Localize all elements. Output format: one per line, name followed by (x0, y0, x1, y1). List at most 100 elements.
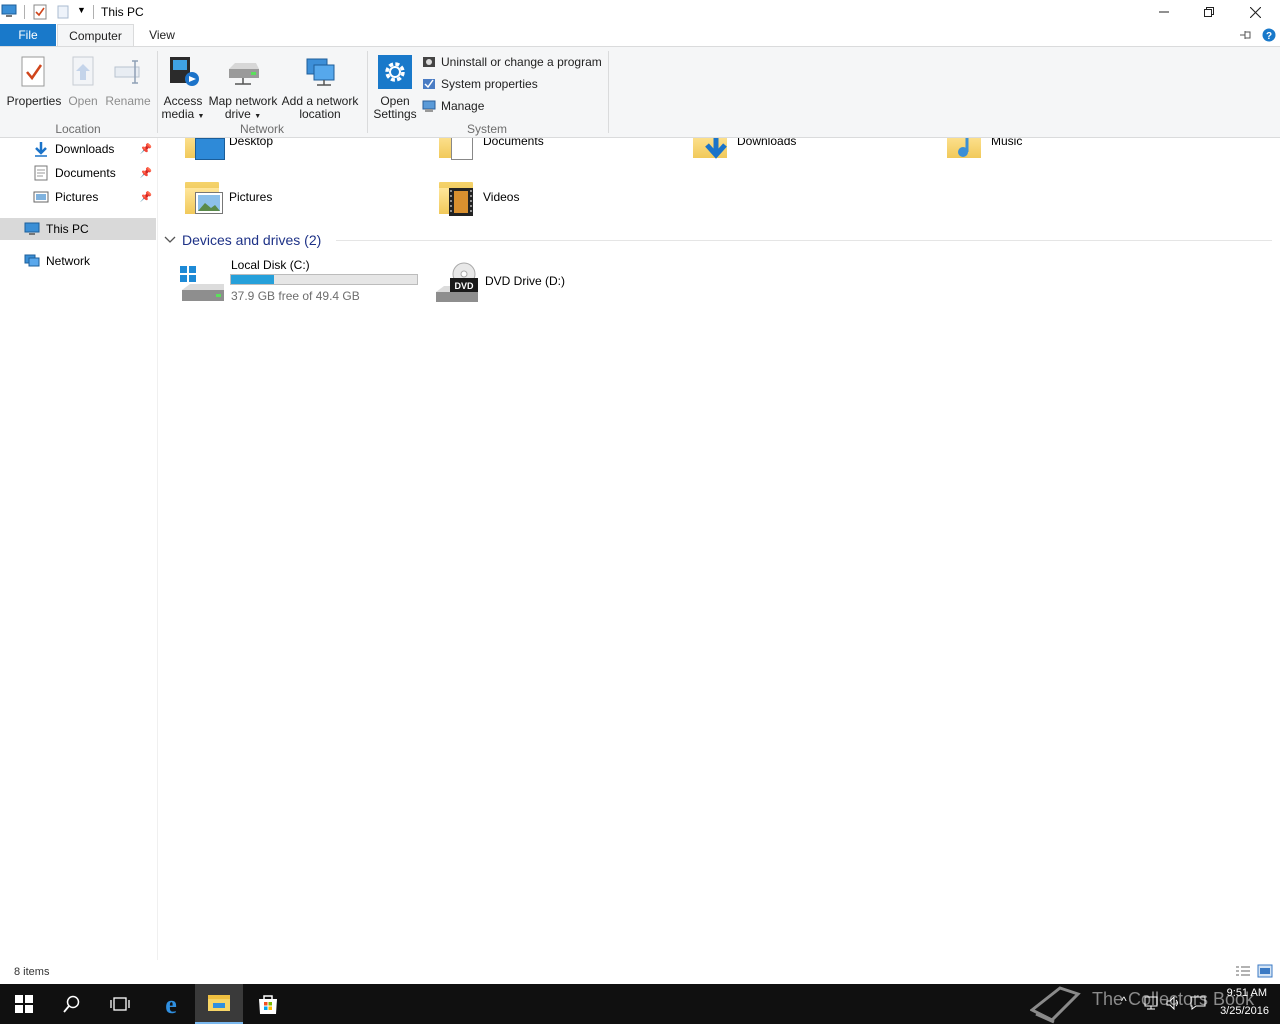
svg-text:e: e (165, 992, 177, 1016)
file-explorer-icon (208, 995, 230, 1011)
help-icon[interactable]: ? (1262, 28, 1276, 42)
item-count: 8 items (14, 966, 50, 978)
dvd-drive-icon: DVD (436, 262, 478, 302)
desktop-folder-icon (183, 138, 225, 160)
location-group-label: Location (55, 122, 101, 136)
local-disk-icon (180, 266, 224, 301)
manage-label: Manage (441, 99, 485, 113)
open-settings-button[interactable]: Open Settings (371, 55, 419, 121)
drive-dvd-d[interactable]: DVD DVD Drive (D:) (432, 258, 612, 304)
open-settings-label-2: Settings (373, 107, 417, 121)
task-view-button[interactable] (96, 984, 144, 1024)
group-separator (157, 51, 158, 133)
pictures-folder-icon (183, 178, 225, 216)
volume-icon[interactable] (1166, 996, 1182, 1010)
minimize-button[interactable] (1141, 0, 1187, 24)
properties-label: Properties (6, 94, 62, 108)
store-icon (259, 995, 277, 1014)
system-actions: Uninstall or change a program System pro… (422, 52, 602, 116)
add-network-location-button[interactable]: Add a network location (281, 55, 359, 121)
search-icon (63, 995, 80, 1013)
new-folder-qat-icon[interactable] (57, 5, 69, 19)
open-icon (72, 56, 94, 86)
uninstall-program-button[interactable]: Uninstall or change a program (422, 52, 602, 72)
manage-button[interactable]: Manage (422, 96, 602, 116)
drive-free-space: 37.9 GB free of 49.4 GB (231, 289, 360, 303)
qat-dropdown-icon[interactable]: ▼ (77, 5, 86, 15)
map-drive-label-2: drive (224, 107, 251, 121)
clock-time[interactable]: 9:51 AM (1207, 987, 1267, 999)
add-location-label-2: location (299, 107, 341, 121)
network-status-icon[interactable] (1143, 996, 1159, 1010)
rename-label: Rename (105, 94, 151, 108)
folder-label: Pictures (229, 190, 273, 204)
search-button[interactable] (48, 984, 96, 1024)
qat-separator (24, 5, 25, 19)
start-button[interactable] (0, 984, 48, 1024)
access-media-button[interactable]: Access media ▼ (160, 55, 206, 123)
downloads-folder-icon (691, 138, 733, 160)
nav-item-pictures[interactable]: Pictures 📌 (0, 186, 156, 208)
network-location-icon (306, 58, 335, 86)
pin-icon[interactable]: 📌 (140, 192, 152, 203)
drive-name: DVD Drive (D:) (485, 274, 565, 288)
section-divider (336, 240, 1272, 241)
rename-button[interactable]: Rename (104, 55, 152, 108)
system-properties-label: System properties (441, 77, 538, 91)
map-network-drive-button[interactable]: Map network drive ▼ (206, 55, 280, 123)
restore-button[interactable] (1186, 0, 1232, 24)
minimize-icon (1159, 11, 1169, 13)
folder-pictures[interactable]: Pictures (183, 178, 272, 216)
devices-section-header[interactable]: Devices and drives (2) (164, 231, 321, 249)
folder-downloads[interactable]: Downloads (691, 138, 796, 160)
windows-logo-icon (15, 995, 33, 1013)
system-properties-button[interactable]: System properties (422, 74, 602, 94)
download-icon (35, 142, 47, 157)
store-button[interactable] (244, 984, 292, 1024)
nav-item-label: Network (46, 254, 91, 268)
tab-computer[interactable]: Computer (57, 24, 134, 46)
edge-icon: e (165, 992, 177, 1016)
nav-item-downloads[interactable]: Downloads 📌 (0, 138, 156, 160)
task-view-icon (110, 997, 130, 1011)
network-icon (24, 254, 40, 267)
large-icons-view-icon[interactable] (1257, 964, 1273, 978)
drive-local-disk-c[interactable]: Local Disk (C:) 37.9 GB free of 49.4 GB (176, 256, 422, 306)
folder-desktop[interactable]: Desktop (183, 138, 273, 160)
open-label: Open (68, 94, 98, 108)
qat-separator (93, 5, 94, 19)
drive-name: Local Disk (C:) (231, 258, 310, 272)
music-folder-icon (945, 138, 987, 160)
properties-qat-icon[interactable] (33, 4, 47, 20)
folder-label: Music (991, 138, 1023, 148)
ribbon: Properties Open Rename Location Access m… (0, 46, 1280, 138)
drive-usage-fill (231, 275, 274, 284)
network-group-label: Network (239, 122, 284, 136)
folder-music[interactable]: Music (945, 138, 1022, 160)
details-view-icon[interactable] (1235, 965, 1251, 977)
action-center-icon[interactable] (1190, 996, 1206, 1010)
pin-icon[interactable]: 📌 (140, 168, 152, 179)
properties-button[interactable]: Properties (6, 55, 62, 108)
close-button[interactable] (1232, 0, 1278, 24)
pin-icon[interactable]: 📌 (140, 144, 152, 155)
file-explorer-button[interactable] (195, 984, 243, 1024)
computer-icon (24, 222, 40, 235)
clock-date[interactable]: 3/25/2016 (1207, 1005, 1269, 1017)
taskbar: e The Collectors Book ^ 9:51 AM 3/25/201… (0, 984, 1280, 1024)
nav-item-documents[interactable]: Documents 📌 (0, 162, 156, 184)
show-hidden-icons-icon[interactable]: ^ (1121, 994, 1127, 1008)
access-media-icon (170, 57, 199, 86)
nav-item-this-pc[interactable]: This PC (0, 218, 156, 240)
folder-videos[interactable]: Videos (437, 178, 519, 216)
uninstall-label: Uninstall or change a program (441, 55, 602, 69)
tab-view[interactable]: View (140, 24, 184, 46)
edge-browser-button[interactable]: e (147, 984, 195, 1024)
folder-documents[interactable]: Documents (437, 138, 544, 160)
dropdown-arrow-icon: ▼ (254, 113, 262, 120)
ribbon-tabs: File Computer View ? (0, 24, 1280, 46)
pin-ribbon-icon[interactable] (1239, 29, 1253, 41)
nav-item-network[interactable]: Network (0, 250, 156, 272)
open-button[interactable]: Open (64, 55, 102, 108)
tab-file[interactable]: File (0, 24, 56, 46)
